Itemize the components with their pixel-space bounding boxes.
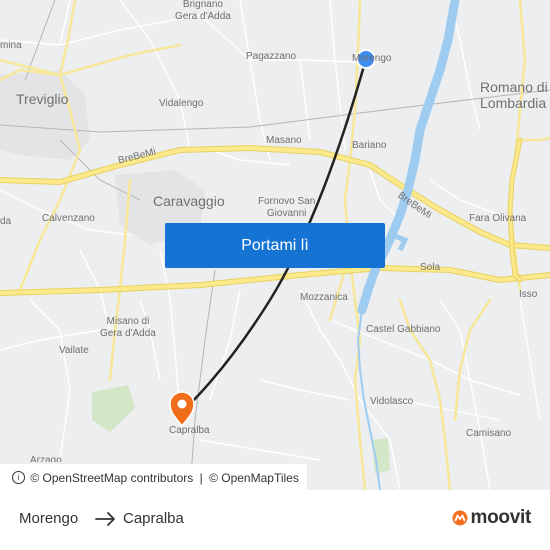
- place-label-brignano: Brignano Gera d'Adda: [175, 0, 231, 22]
- place-label-capralba: Capralba: [169, 425, 210, 436]
- omt-attribution-link[interactable]: © OpenMapTiles: [209, 465, 299, 490]
- place-label-calvenzano: Calvenzano: [42, 213, 95, 224]
- place-label-fornovo: Fornovo San Giovanni: [258, 196, 316, 219]
- directions-button[interactable]: Portami lì: [165, 223, 385, 268]
- place-label-fara: Fara Olivana: [469, 213, 527, 224]
- place-label-romano: Romano di Lombardia: [480, 79, 548, 111]
- moovit-logo-text: moovit: [470, 507, 532, 528]
- place-label-castel-gabbiano: Castel Gabbiano: [366, 324, 441, 335]
- moovit-logo: moovit: [452, 506, 531, 530]
- moovit-logo-icon: [452, 510, 468, 526]
- arrow-right-icon: [95, 512, 115, 526]
- place-label-isso: Isso: [519, 289, 538, 300]
- place-label-mozzanica: Mozzanica: [300, 292, 348, 303]
- place-label-morengo: Morengo: [352, 53, 392, 64]
- place-label-caravaggio: Caravaggio: [153, 193, 225, 209]
- route-destination: Capralba: [123, 510, 184, 527]
- map[interactable]: Brignano Gera d'Adda Pagazzano Morengo R…: [0, 0, 550, 490]
- place-label-treviglio: Treviglio: [16, 91, 69, 107]
- map-attribution: i © OpenStreetMap contributors | © OpenM…: [0, 464, 307, 490]
- place-label-mina: mina: [0, 40, 22, 51]
- place-label-vidalengo: Vidalengo: [159, 98, 204, 109]
- place-label-masano: Masano: [266, 135, 302, 146]
- place-label-da: da: [0, 216, 12, 227]
- place-label-bariano: Bariano: [352, 140, 387, 151]
- place-label-sola: Sola: [420, 262, 441, 273]
- copyright-icon: i: [12, 471, 25, 485]
- attribution-separator: |: [199, 470, 203, 485]
- place-label-vidolasco: Vidolasco: [370, 396, 414, 407]
- route-origin: Morengo: [19, 510, 79, 527]
- place-label-misano: Misano di Gera d'Adda: [100, 316, 156, 339]
- place-label-pagazzano: Pagazzano: [246, 51, 297, 62]
- place-label-camisano: Camisano: [466, 428, 512, 439]
- route-footer: Morengo Capralba moovit: [0, 490, 550, 550]
- osm-attribution-link[interactable]: © OpenStreetMap contributors: [30, 465, 193, 490]
- place-label-vailate: Vailate: [59, 345, 89, 356]
